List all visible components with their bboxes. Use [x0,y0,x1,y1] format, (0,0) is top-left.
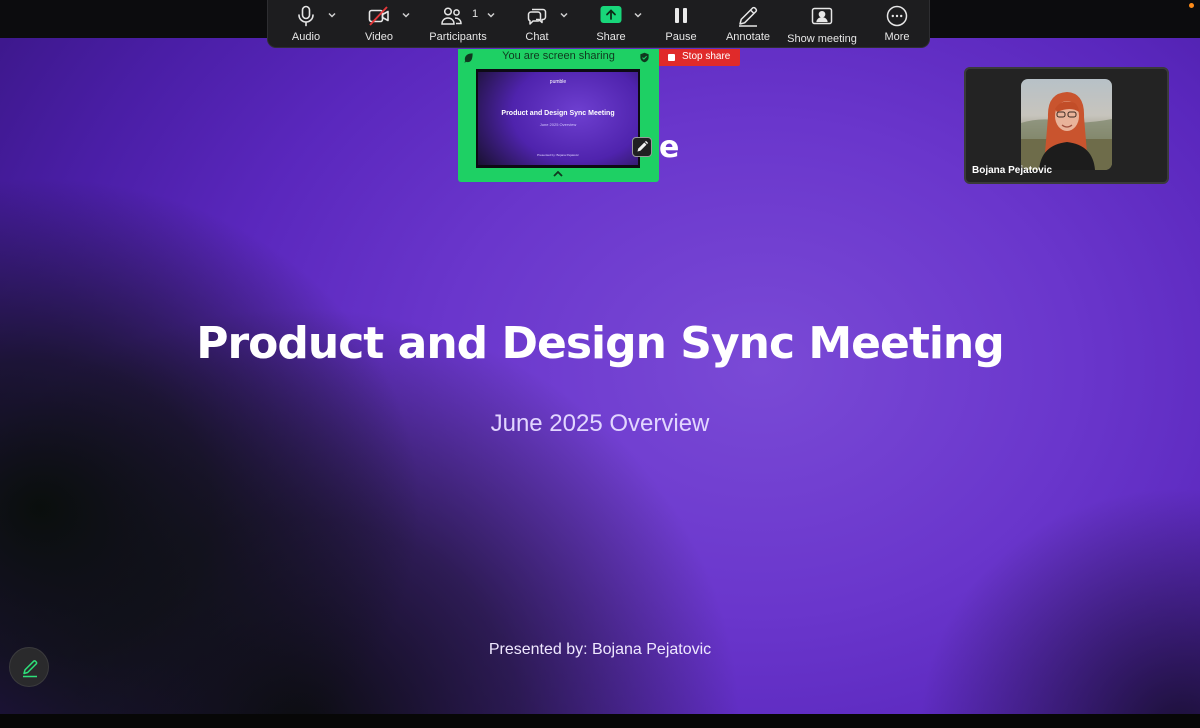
preview-logo: pumble [549,79,567,85]
more-label: More [884,31,910,43]
more-dots-icon [886,5,908,27]
show-meeting-label: Show meeting [787,33,857,45]
floating-annotate-button[interactable] [9,647,49,687]
share-up-arrow-icon [600,6,622,23]
chat-options-chevron-down-icon[interactable] [558,9,570,21]
annotate-preview-button[interactable] [632,137,652,157]
share-label: Share [596,31,626,43]
person-frame-icon [811,7,833,25]
audio-button[interactable]: Audio [280,0,332,48]
collapse-panel-chevron-up-icon[interactable] [551,168,565,180]
screen-sharing-panel[interactable]: You are screen sharing pumble Product an… [458,49,659,182]
chat-bubbles-icon [527,8,547,25]
stop-share-button[interactable]: Stop share [659,49,740,66]
audio-options-chevron-down-icon[interactable] [326,9,338,21]
pause-label: Pause [665,31,697,43]
video-label: Video [365,31,393,43]
annotate-label: Annotate [725,31,771,43]
meeting-toolbar: Audio Video 1 Participants Chat Share Pa… [267,0,930,48]
pause-share-button[interactable]: Pause [656,0,706,48]
screen-sharing-status: You are screen sharing [502,50,615,62]
participant-video-tile[interactable]: Bojana Pejatovic [964,67,1169,184]
preview-title: Product and Design Sync Meeting [501,110,615,117]
video-off-icon [368,6,389,26]
stop-square-icon [668,54,675,61]
pencil-icon [637,140,649,152]
annotate-button[interactable]: Annotate [720,0,776,48]
share-button[interactable]: Share [586,0,636,48]
shield-check-icon [640,52,649,63]
chat-button[interactable]: Chat [512,0,562,48]
participant-name: Bojana Pejatovic [972,165,1053,176]
participants-options-chevron-down-icon[interactable] [485,9,497,21]
participants-label: Participants [429,31,487,43]
participants-count: 1 [472,8,479,20]
slide-presenter: Presented by: Bojana Pejatovic [488,641,712,658]
preview-subtitle: June 2025 Overview [539,122,577,127]
slide-title: Product and Design Sync Meeting [196,318,1005,369]
audio-label: Audio [291,31,321,43]
screen-share-preview: pumble Product and Design Sync Meeting J… [476,69,640,168]
people-icon [441,7,462,25]
participants-button[interactable]: 1 Participants [424,0,492,48]
stop-share-label: Stop share [682,51,731,62]
recording-dot-icon [1189,3,1194,8]
video-options-chevron-down-icon[interactable] [400,9,412,21]
more-button[interactable]: More [872,0,922,48]
chat-label: Chat [525,31,549,43]
preview-presenter: Presented by: Bojana Pejatovic [537,153,579,157]
slide-title-partial-glyph: e [659,130,680,165]
pencil-icon [23,660,38,678]
video-button[interactable]: Video [354,0,404,48]
pause-icon [675,8,687,23]
pencil-icon [739,6,758,27]
slide-subtitle: June 2025 Overview [490,410,710,437]
window-bottom-strip [0,714,1200,728]
microphone-icon [298,5,314,27]
show-meeting-button[interactable]: Show meeting [784,0,860,48]
share-options-chevron-down-icon[interactable] [632,9,644,21]
participant-video-avatar [1021,79,1112,170]
